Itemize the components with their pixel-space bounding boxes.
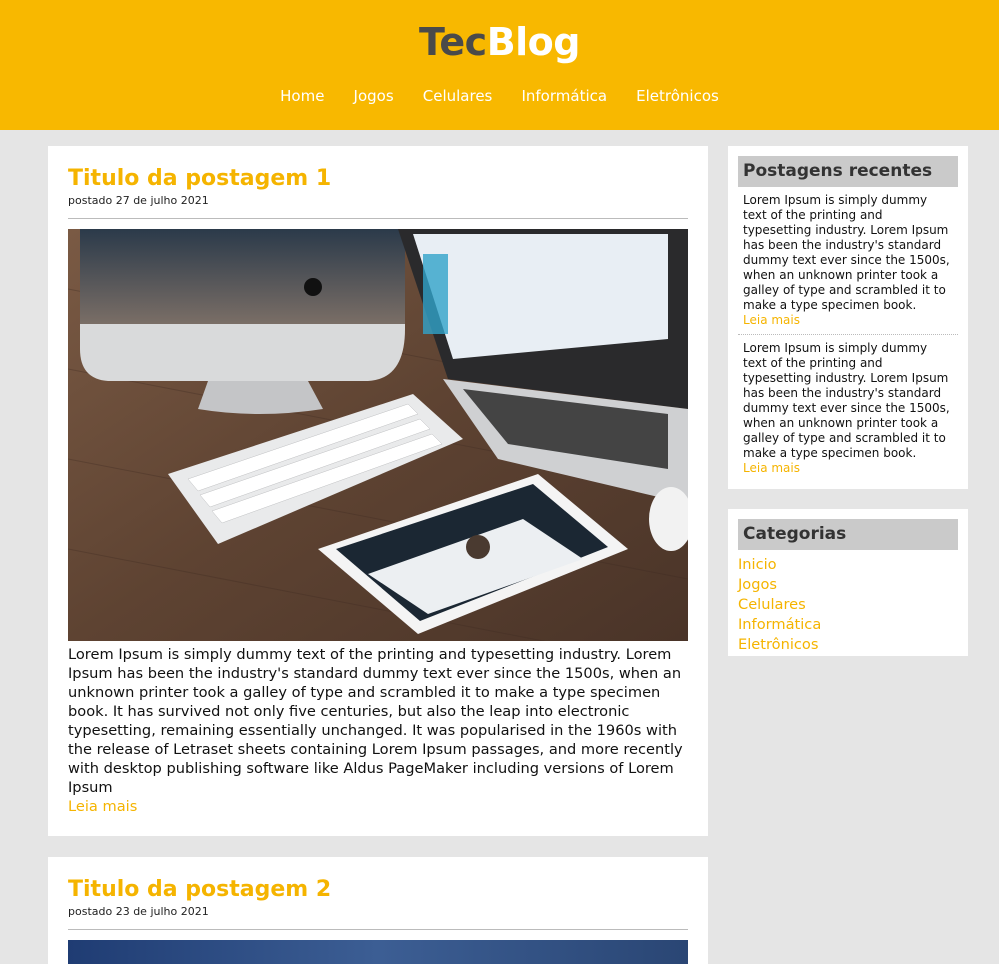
recent-post-text: Lorem Ipsum is simply dummy text of the … [743, 193, 950, 312]
category-list: Inicio Jogos Celulares Informática Eletr… [738, 554, 958, 654]
post-date: postado 27 de julho 2021 [68, 194, 209, 207]
post-divider [68, 929, 688, 930]
nav-informatica[interactable]: Informática [521, 87, 607, 105]
post-date: postado 23 de julho 2021 [68, 905, 209, 918]
category-link-eletronicos[interactable]: Eletrônicos [738, 636, 818, 653]
category-link-informatica[interactable]: Informática [738, 616, 821, 633]
site-header: TecBlog Home Jogos Celulares Informática… [0, 0, 999, 130]
category-link-celulares[interactable]: Celulares [738, 596, 806, 613]
post-card-2: Titulo da postagem 2 postado 23 de julho… [48, 857, 708, 964]
nav-celulares[interactable]: Celulares [423, 87, 493, 105]
category-link-jogos[interactable]: Jogos [738, 576, 777, 593]
post-title[interactable]: Titulo da postagem 1 [68, 166, 688, 192]
read-more-link[interactable]: Leia mais [68, 797, 688, 816]
category-item: Informática [738, 614, 958, 634]
recent-posts-widget: Postagens recentes Lorem Ipsum is simply… [728, 146, 968, 489]
post-excerpt: Lorem Ipsum is simply dummy text of the … [68, 646, 683, 796]
categories-widget: Categorias Inicio Jogos Celulares Inform… [728, 509, 968, 656]
nav-home[interactable]: Home [280, 87, 324, 105]
recent-post-item: Lorem Ipsum is simply dummy text of the … [738, 187, 958, 332]
category-item: Inicio [738, 554, 958, 574]
post-title[interactable]: Titulo da postagem 2 [68, 877, 688, 903]
recent-post-item: Lorem Ipsum is simply dummy text of the … [738, 334, 958, 480]
logo-part-blog: Blog [486, 20, 581, 64]
category-item: Eletrônicos [738, 634, 958, 654]
widget-title-categories: Categorias [738, 519, 958, 550]
recent-post-text: Lorem Ipsum is simply dummy text of the … [743, 341, 950, 460]
recent-read-more-link[interactable]: Leia mais [743, 461, 953, 476]
post-image-desk-devices [68, 229, 688, 641]
nav-eletronicos[interactable]: Eletrônicos [636, 87, 719, 105]
category-link-inicio[interactable]: Inicio [738, 556, 777, 573]
category-item: Celulares [738, 594, 958, 614]
recent-read-more-link[interactable]: Leia mais [743, 313, 953, 328]
post-card-1: Titulo da postagem 1 postado 27 de julho… [48, 146, 708, 836]
logo-part-tec: Tec [419, 20, 487, 64]
widget-title-recent: Postagens recentes [738, 156, 958, 187]
site-logo[interactable]: TecBlog [0, 20, 999, 64]
post-divider [68, 218, 688, 219]
category-item: Jogos [738, 574, 958, 594]
main-nav: Home Jogos Celulares Informática Eletrôn… [0, 86, 999, 105]
post-image-2 [68, 940, 688, 964]
nav-jogos[interactable]: Jogos [354, 87, 394, 105]
